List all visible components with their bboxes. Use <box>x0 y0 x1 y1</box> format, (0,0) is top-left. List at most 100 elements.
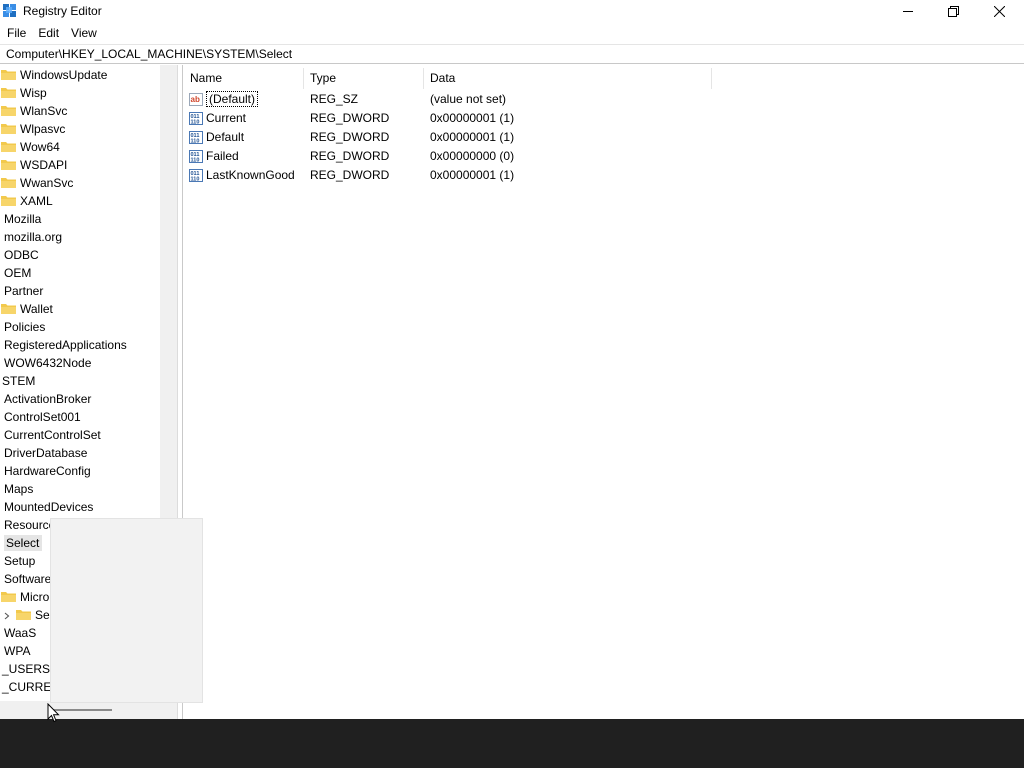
value-row[interactable]: ab (Default) REG_SZ (value not set) <box>183 90 1024 109</box>
tree-item-label: Resource <box>4 518 56 532</box>
tree-item-label: mozilla.org <box>4 230 63 244</box>
tree-item[interactable]: Setup <box>4 552 35 570</box>
tree-item-label: WwanSvc <box>20 176 74 190</box>
column-header-type[interactable]: Type <box>310 71 336 85</box>
value-row[interactable]: 011 110 Current REG_DWORD 0x00000001 (1) <box>183 109 1024 128</box>
tree-item-label: Se <box>35 608 50 622</box>
tree-item[interactable]: Partner <box>4 282 43 300</box>
tree-item[interactable]: MountedDevices <box>4 498 93 516</box>
column-header-name[interactable]: Name <box>190 71 222 85</box>
expand-chevron-icon[interactable] <box>2 611 12 621</box>
value-data: 0x00000001 (1) <box>430 111 515 125</box>
menu-file[interactable]: File <box>0 24 31 43</box>
tree-item[interactable]: WPA <box>4 642 30 660</box>
tree-item-label: Select <box>4 535 43 551</box>
tree-item-label: Software <box>4 572 52 586</box>
tree-item[interactable]: Se <box>2 606 50 624</box>
tree-item[interactable]: Resource <box>4 516 55 534</box>
tree-item-label: _USERS <box>2 662 51 676</box>
tree-item[interactable]: Policies <box>4 318 45 336</box>
column-divider[interactable] <box>423 68 424 89</box>
value-row[interactable]: 011 110 Default REG_DWORD 0x00000001 (1) <box>183 128 1024 147</box>
tree-item[interactable]: Wow64 <box>1 138 60 156</box>
tree-item[interactable]: Wlpasvc <box>1 120 65 138</box>
tree-item[interactable]: _USERS <box>2 660 50 678</box>
restore-button[interactable] <box>930 0 976 22</box>
tree-item-label: DriverDatabase <box>4 446 88 460</box>
tree-item[interactable]: ControlSet001 <box>4 408 81 426</box>
tree-item[interactable]: Wallet <box>1 300 53 318</box>
folder-icon <box>1 178 16 189</box>
tree-item[interactable]: WwanSvc <box>1 174 73 192</box>
menu-edit[interactable]: Edit <box>31 24 64 43</box>
value-name-text: Default <box>206 130 245 144</box>
value-type: REG_SZ <box>310 92 359 106</box>
svg-text:110: 110 <box>191 139 200 145</box>
tree-item-label: HardwareConfig <box>4 464 91 478</box>
tree-item[interactable]: XAML <box>1 192 53 210</box>
address-bar[interactable]: Computer\HKEY_LOCAL_MACHINE\SYSTEM\Selec… <box>0 44 1024 64</box>
value-name-text: LastKnownGood <box>206 168 295 182</box>
value-name-text: Current <box>206 111 247 125</box>
tree-item-label: WSDAPI <box>20 158 68 172</box>
tree-item[interactable]: STEM <box>2 372 35 390</box>
tree-item[interactable]: WaaS <box>4 624 36 642</box>
tree-item-label: Wallet <box>20 302 53 316</box>
taskbar <box>0 719 1024 768</box>
svg-text:110: 110 <box>191 120 200 126</box>
tree-item[interactable]: WOW6432Node <box>4 354 91 372</box>
tree-item[interactable]: Wisp <box>1 84 47 102</box>
mouse-cursor-icon <box>47 703 60 723</box>
column-divider[interactable] <box>711 68 712 89</box>
string-value-icon: ab <box>189 93 203 106</box>
title-bar: Registry Editor <box>0 0 1024 24</box>
tree-item[interactable]: WSDAPI <box>1 156 67 174</box>
svg-text:110: 110 <box>191 177 200 183</box>
binary-value-icon: 011110 <box>189 169 203 182</box>
tree-item-label: Wow64 <box>20 140 60 154</box>
tree-item[interactable]: DriverDatabase <box>4 444 87 462</box>
value-row[interactable]: 011 110 LastKnownGood REG_DWORD 0x00000001 (… <box>183 166 1024 185</box>
folder-icon <box>1 88 16 99</box>
tree-item[interactable]: Select <box>4 534 43 552</box>
folder-icon <box>1 196 16 207</box>
tree-item[interactable]: CurrentControlSet <box>4 426 101 444</box>
registry-editor-icon <box>3 4 16 17</box>
column-divider[interactable] <box>303 68 304 89</box>
close-icon <box>993 5 1005 17</box>
scroll-thumb[interactable] <box>54 709 112 711</box>
tree-item[interactable]: ODBC <box>4 246 39 264</box>
tree-item[interactable]: Software <box>4 570 51 588</box>
binary-value-icon: 011110 <box>189 131 203 144</box>
window-title: Registry Editor <box>23 4 102 18</box>
tree-item-label: OEM <box>4 266 32 280</box>
tree-item[interactable]: ActivationBroker <box>4 390 91 408</box>
tree-item[interactable]: HardwareConfig <box>4 462 91 480</box>
tree-item-label: Maps <box>4 482 34 496</box>
tree-item-label: ControlSet001 <box>4 410 81 424</box>
tree-horizontal-scrollbar[interactable] <box>0 701 177 719</box>
tree-item[interactable]: OEM <box>4 264 31 282</box>
close-button[interactable] <box>976 0 1022 22</box>
value-row[interactable]: 011 110 Failed REG_DWORD 0x00000000 (0) <box>183 147 1024 166</box>
list-header: Name Type Data <box>183 65 1024 90</box>
column-header-data[interactable]: Data <box>430 71 455 85</box>
tree-item[interactable]: Maps <box>4 480 33 498</box>
value-name: Current <box>206 109 246 128</box>
minimize-button[interactable] <box>885 0 931 22</box>
tree-item-label: WaaS <box>4 626 37 640</box>
tree-item[interactable]: mozilla.org <box>4 228 62 246</box>
tree-item[interactable]: WindowsUpdate <box>1 66 107 84</box>
value-name-text: (Default) <box>206 91 259 107</box>
folder-icon <box>1 142 16 153</box>
value-data: 0x00000000 (0) <box>430 149 515 163</box>
value-name: Default <box>206 128 244 147</box>
folder-icon <box>1 160 16 171</box>
tree-item[interactable]: RegisteredApplications <box>4 336 127 354</box>
tree-item[interactable]: WlanSvc <box>1 102 67 120</box>
menu-view[interactable]: View <box>64 24 102 43</box>
tree-item-label: Policies <box>4 320 46 334</box>
value-type: REG_DWORD <box>310 130 390 144</box>
tree-item[interactable]: Micro <box>1 588 49 606</box>
tree-item[interactable]: Mozilla <box>4 210 41 228</box>
